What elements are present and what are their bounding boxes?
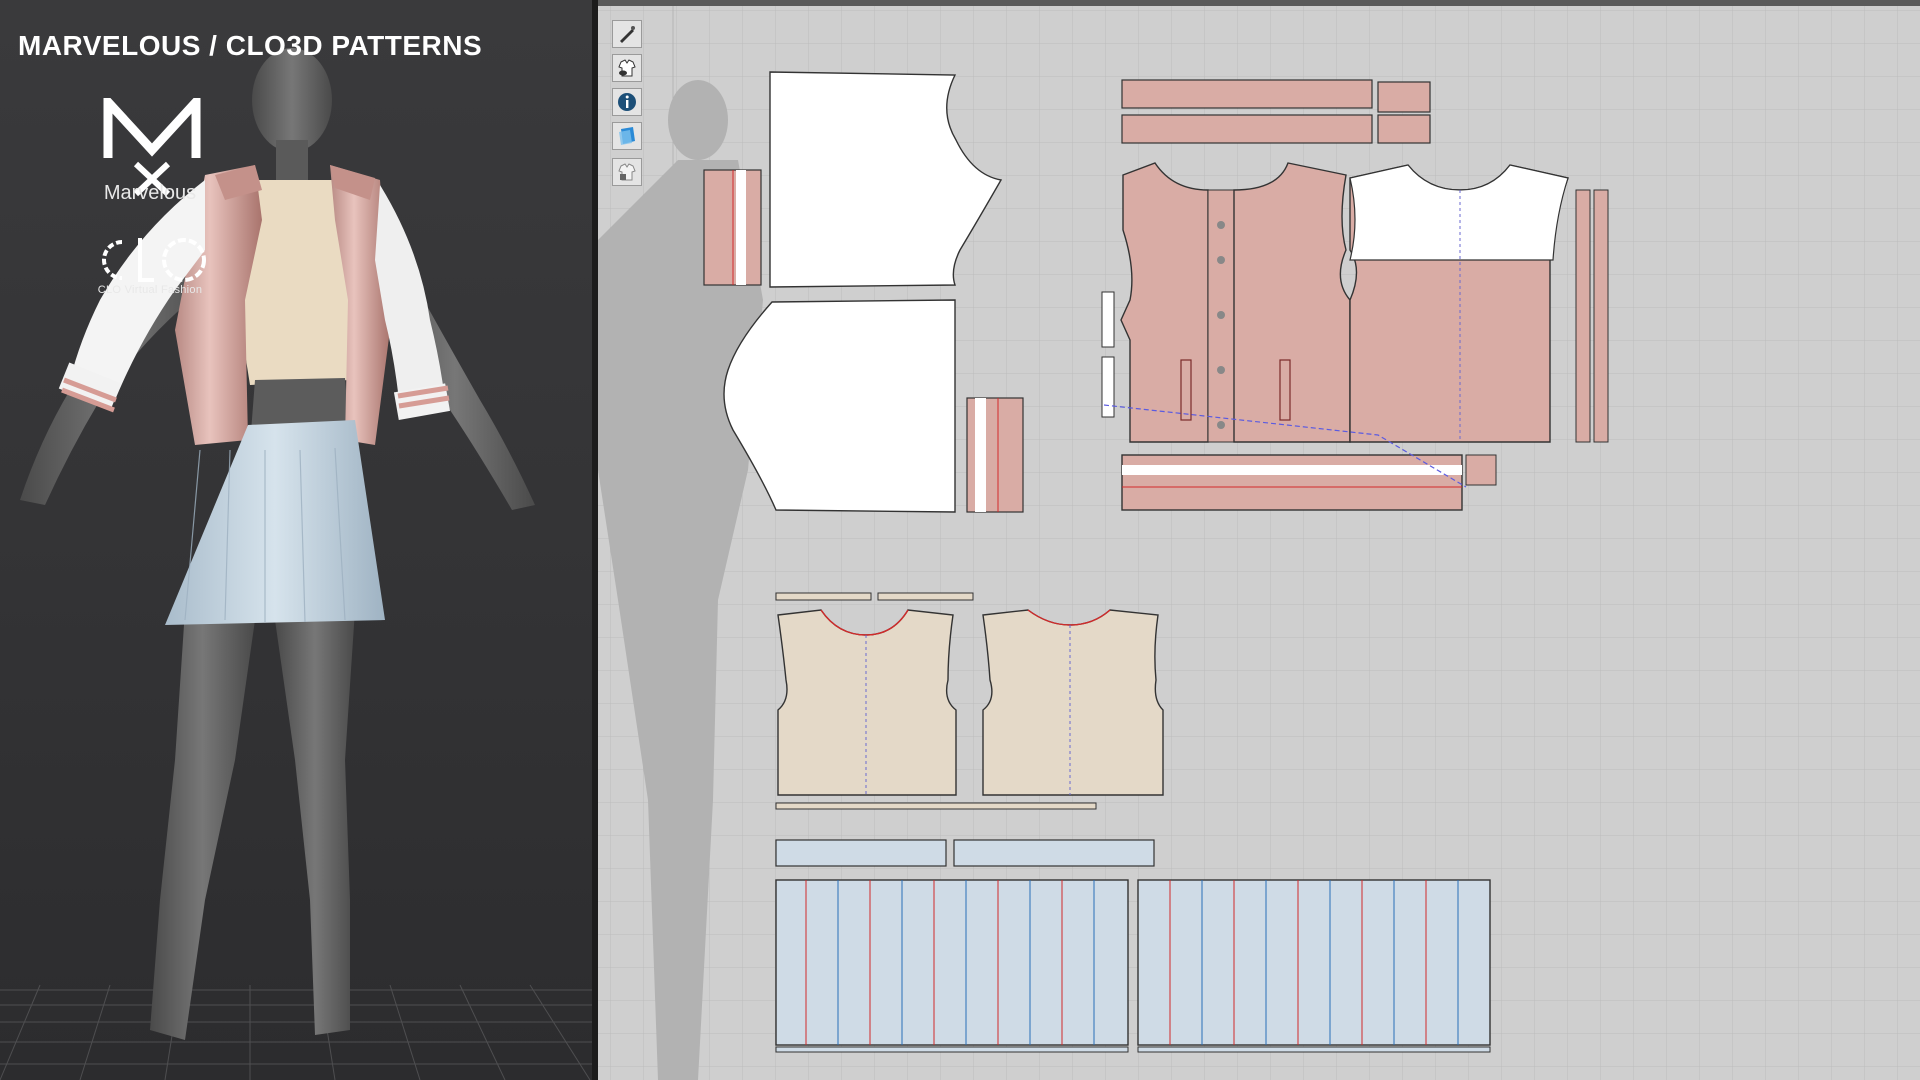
- skirt-waistband-pieces: [775, 839, 1155, 867]
- skirt-panel-back: [1137, 879, 1491, 1046]
- top-front-piece: [777, 609, 957, 796]
- top-back-piece: [982, 609, 1164, 796]
- fabric-texture-icon: [619, 127, 635, 145]
- pen-tool-button[interactable]: [612, 20, 642, 48]
- clo-label: CLO Virtual Fashion: [97, 284, 203, 296]
- clo-logo: [102, 238, 206, 282]
- cuff-piece-2: [966, 397, 1024, 513]
- avatar-figure[interactable]: [0, 0, 592, 1080]
- page-title: MARVELOUS / CLO3D PATTERNS: [18, 30, 483, 61]
- show-garment-button[interactable]: [612, 54, 642, 82]
- jacket-front-piece-right: [1233, 162, 1351, 443]
- show-garment-icon: [618, 59, 636, 77]
- skirt-panel-front: [775, 879, 1129, 1046]
- waistband-piece: [1121, 454, 1497, 511]
- cuff-piece-1: [703, 169, 762, 286]
- info-icon: [618, 93, 636, 111]
- fabric-texture-button[interactable]: [612, 122, 642, 150]
- marvelous-label: Marvelous: [103, 182, 197, 204]
- 2d-pattern-window[interactable]: [598, 0, 1920, 1080]
- pattern-canvas[interactable]: [598, 0, 1920, 1080]
- info-button[interactable]: [612, 88, 642, 116]
- lock-garment-icon: [618, 163, 636, 181]
- tool-strip: [612, 20, 642, 192]
- pen-icon: [620, 26, 635, 43]
- 3d-viewport[interactable]: MARVELOUS / CLO3D PATTERNS Marvelous CLO…: [0, 0, 592, 1080]
- lock-garment-button[interactable]: [612, 158, 642, 186]
- jacket-front-piece: [1120, 162, 1209, 443]
